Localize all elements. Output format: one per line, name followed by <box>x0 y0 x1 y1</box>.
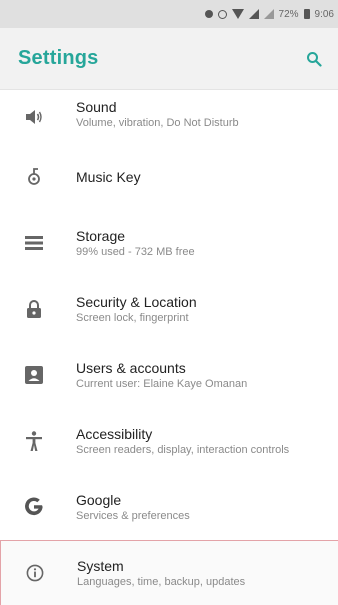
settings-item-security-location[interactable]: Security & Location Screen lock, fingerp… <box>0 276 338 342</box>
alarm-icon <box>217 9 227 19</box>
storage-icon <box>25 236 43 250</box>
do-not-disturb-icon <box>204 10 213 18</box>
settings-item-title: Sound <box>76 98 117 115</box>
settings-item-google[interactable]: Google Services & preferences <box>0 474 338 540</box>
settings-item-subtitle: Languages, time, backup, updates <box>77 575 246 588</box>
search-button[interactable] <box>302 47 326 71</box>
battery-icon <box>303 9 310 19</box>
settings-item-music-key[interactable]: Music Key <box>0 144 338 210</box>
page-title: Settings <box>18 47 99 69</box>
settings-item-accessibility[interactable]: Accessibility Screen readers, display, i… <box>0 408 338 474</box>
settings-item-subtitle: Screen lock, fingerprint <box>76 311 189 324</box>
settings-item-subtitle: Volume, vibration, Do Not Disturb <box>76 116 239 129</box>
search-icon <box>307 51 322 67</box>
music-key-icon <box>28 168 40 185</box>
settings-item-title: Security & Location <box>76 293 197 310</box>
settings-item-subtitle: Current user: Elaine Kaye Omanan <box>76 377 248 390</box>
app-bar: Settings <box>0 28 338 90</box>
account-box-icon <box>25 366 43 384</box>
settings-item-users-accounts[interactable]: Users & accounts Current user: Elaine Ka… <box>0 342 338 408</box>
signal-secondary-icon <box>263 9 274 19</box>
clock: 9:06 <box>314 8 334 20</box>
settings-item-sound[interactable]: Sound Volume, vibration, Do Not Disturb <box>0 90 338 144</box>
accessibility-icon <box>26 431 42 451</box>
settings-item-subtitle: Services & preferences <box>76 509 190 522</box>
wifi-icon <box>231 9 244 19</box>
settings-item-subtitle: 99% used - 732 MB free <box>76 245 195 258</box>
settings-item-storage[interactable]: Storage 99% used - 732 MB free <box>0 210 338 276</box>
info-icon <box>26 564 44 582</box>
settings-item-title: Accessibility <box>76 425 153 442</box>
settings-item-subtitle: Screen readers, display, interaction con… <box>76 443 290 456</box>
settings-item-title: System <box>77 557 124 574</box>
settings-item-title: Google <box>76 491 122 508</box>
speaker-icon <box>26 110 42 124</box>
lock-icon <box>27 299 41 318</box>
settings-item-system[interactable]: System Languages, time, backup, updates <box>0 540 338 605</box>
status-bar: 72% 9:06 <box>0 0 338 28</box>
signal-icon <box>248 9 259 19</box>
settings-item-title: Music Key <box>76 169 141 185</box>
settings-list: Sound Volume, vibration, Do Not Disturb … <box>0 90 338 605</box>
battery-percent: 72% <box>278 8 299 20</box>
settings-item-title: Users & accounts <box>76 359 186 376</box>
settings-item-title: Storage <box>76 227 126 244</box>
google-icon <box>25 497 43 516</box>
